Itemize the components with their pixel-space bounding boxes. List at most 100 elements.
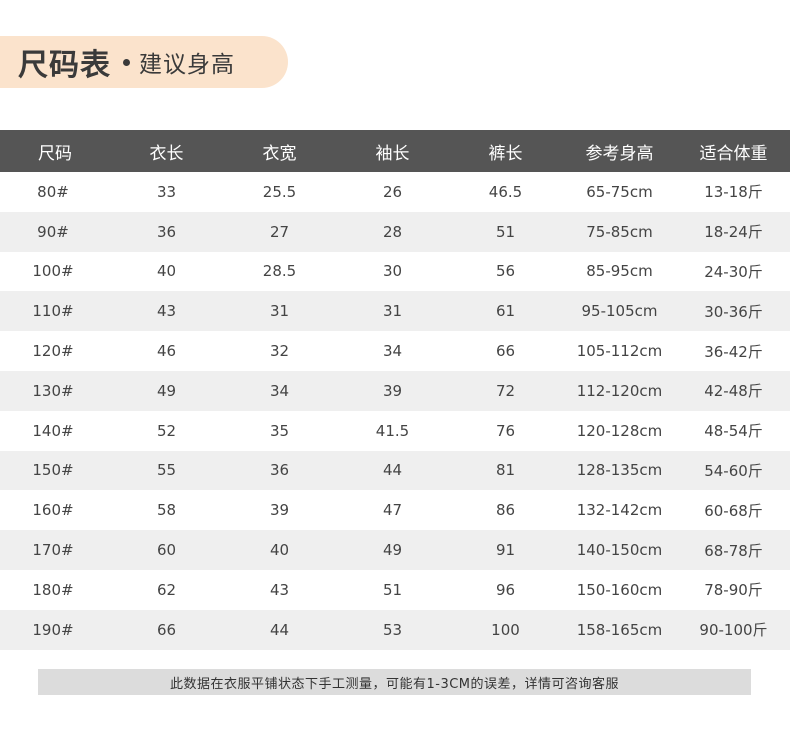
page-subtitle: 建议身高: [139, 52, 235, 78]
cell-pants: 61: [495, 302, 516, 321]
cell-pants: 66: [495, 342, 516, 361]
cell-pants: 72: [495, 381, 516, 400]
cell-height: 105-112cm: [576, 342, 663, 361]
cell-weight: 60-68斤: [704, 501, 763, 520]
cell-weight: 42-48斤: [704, 382, 763, 401]
cell-width: 39: [269, 501, 290, 520]
cell-width: 25.5: [262, 182, 297, 201]
cell-height: 150-160cm: [576, 580, 663, 599]
cell-width: 35: [269, 421, 290, 440]
cell-weight: 68-78斤: [704, 541, 763, 560]
table-row: 100# 40 28.5 30 56 85-95cm 24-30斤: [0, 252, 790, 292]
table-row: 190# 66 44 53 100 158-165cm 90-100斤: [0, 609, 790, 650]
header-pants: 裤长: [488, 143, 523, 164]
measurement-note-bar: 此数据在衣服平铺状态下手工测量，可能有1-3CM的误差，详情可咨询客服: [38, 669, 751, 695]
cell-length: 62: [156, 580, 177, 599]
cell-width: 31: [269, 302, 290, 321]
cell-size: 110#: [32, 302, 74, 321]
table-row: 90# 36 27 28 51 75-85cm 18-24斤: [0, 211, 790, 252]
cell-length: 36: [156, 222, 177, 241]
cell-size: 150#: [32, 461, 74, 480]
cell-sleeve: 47: [382, 501, 403, 520]
bullet-dot-icon: [123, 58, 130, 66]
cell-width: 44: [269, 620, 290, 639]
cell-height: 95-105cm: [581, 302, 658, 321]
cell-pants: 86: [495, 501, 516, 520]
cell-sleeve: 49: [382, 541, 403, 560]
cell-pants: 46.5: [488, 182, 523, 201]
cell-length: 58: [156, 501, 177, 520]
cell-height: 140-150cm: [576, 541, 663, 560]
cell-sleeve: 41.5: [375, 421, 410, 440]
cell-pants: 56: [495, 262, 516, 281]
cell-length: 33: [156, 182, 177, 201]
cell-weight: 78-90斤: [704, 581, 763, 600]
cell-size: 100#: [32, 262, 74, 281]
cell-size: 180#: [32, 580, 74, 599]
cell-width: 27: [269, 222, 290, 241]
cell-sleeve: 30: [382, 262, 403, 281]
header-width: 衣宽: [262, 143, 297, 164]
cell-size: 170#: [32, 541, 74, 560]
cell-height: 75-85cm: [586, 222, 653, 241]
cell-length: 52: [156, 421, 177, 440]
cell-sleeve: 34: [382, 342, 403, 361]
table-row: 150# 55 36 44 81 128-135cm 54-60斤: [0, 450, 790, 491]
cell-width: 28.5: [262, 262, 297, 281]
size-chart-table: 尺码 衣长 衣宽 袖长 裤长 参考身高 适合体重 80# 33 25.5 26 46.5…: [0, 130, 790, 650]
cell-length: 46: [156, 342, 177, 361]
cell-height: 85-95cm: [586, 262, 653, 281]
cell-pants: 76: [495, 421, 516, 440]
cell-sleeve: 39: [382, 381, 403, 400]
header-sleeve: 袖长: [375, 143, 410, 164]
header-weight: 适合体重: [699, 143, 768, 164]
cell-size: 160#: [32, 501, 74, 520]
cell-sleeve: 28: [382, 222, 403, 241]
cell-sleeve: 51: [382, 580, 403, 599]
cell-weight: 18-24斤: [704, 223, 763, 242]
cell-size: 80#: [37, 182, 69, 201]
cell-size: 120#: [32, 342, 74, 361]
header-size: 尺码: [38, 143, 72, 164]
cell-width: 34: [269, 381, 290, 400]
cell-length: 66: [156, 620, 177, 639]
cell-height: 65-75cm: [586, 182, 653, 201]
table-row: 110# 43 31 31 61 95-105cm 30-36斤: [0, 291, 790, 332]
cell-length: 49: [156, 381, 177, 400]
table-row: 170# 60 40 49 91 140-150cm 68-78斤: [0, 530, 790, 570]
measurement-note: 此数据在衣服平铺状态下手工测量，可能有1-3CM的误差，详情可咨询客服: [169, 676, 620, 692]
cell-weight: 13-18斤: [704, 183, 763, 202]
cell-weight: 54-60斤: [704, 461, 763, 480]
header-height: 参考身高: [585, 143, 654, 164]
cell-width: 36: [269, 461, 290, 480]
cell-pants: 100: [491, 620, 520, 639]
table-row: 80# 33 25.5 26 46.5 65-75cm 13-18斤: [0, 172, 790, 212]
cell-weight: 90-100斤: [699, 621, 768, 640]
cell-width: 40: [269, 541, 290, 560]
table-row: 120# 46 32 34 66 105-112cm 36-42斤: [0, 331, 790, 371]
cell-sleeve: 53: [382, 620, 403, 639]
cell-size: 140#: [32, 421, 74, 440]
cell-size: 130#: [32, 381, 74, 400]
cell-size: 90#: [37, 222, 69, 241]
cell-pants: 91: [495, 541, 516, 560]
cell-height: 158-165cm: [576, 620, 663, 639]
cell-width: 32: [269, 342, 290, 361]
cell-pants: 51: [495, 222, 516, 241]
cell-weight: 48-54斤: [704, 422, 763, 441]
page-title: 尺码表: [18, 48, 111, 83]
cell-weight: 30-36斤: [704, 302, 763, 321]
cell-height: 120-128cm: [576, 421, 663, 440]
cell-sleeve: 44: [382, 461, 403, 480]
cell-sleeve: 26: [382, 182, 403, 201]
cell-weight: 24-30斤: [704, 262, 763, 281]
table-row: 180# 62 43 51 96 150-160cm 78-90斤: [0, 570, 790, 610]
cell-weight: 36-42斤: [704, 342, 763, 361]
cell-length: 40: [156, 262, 177, 281]
table-header-row: 尺码 衣长 衣宽 袖长 裤长 参考身高 适合体重: [0, 130, 790, 172]
header-length: 衣长: [149, 143, 184, 164]
cell-length: 55: [156, 461, 177, 480]
table-row: 140# 52 35 41.5 76 120-128cm 48-54斤: [0, 411, 790, 451]
table-row: 130# 49 34 39 72 112-120cm 42-48斤: [0, 370, 790, 411]
cell-pants: 96: [495, 580, 516, 599]
